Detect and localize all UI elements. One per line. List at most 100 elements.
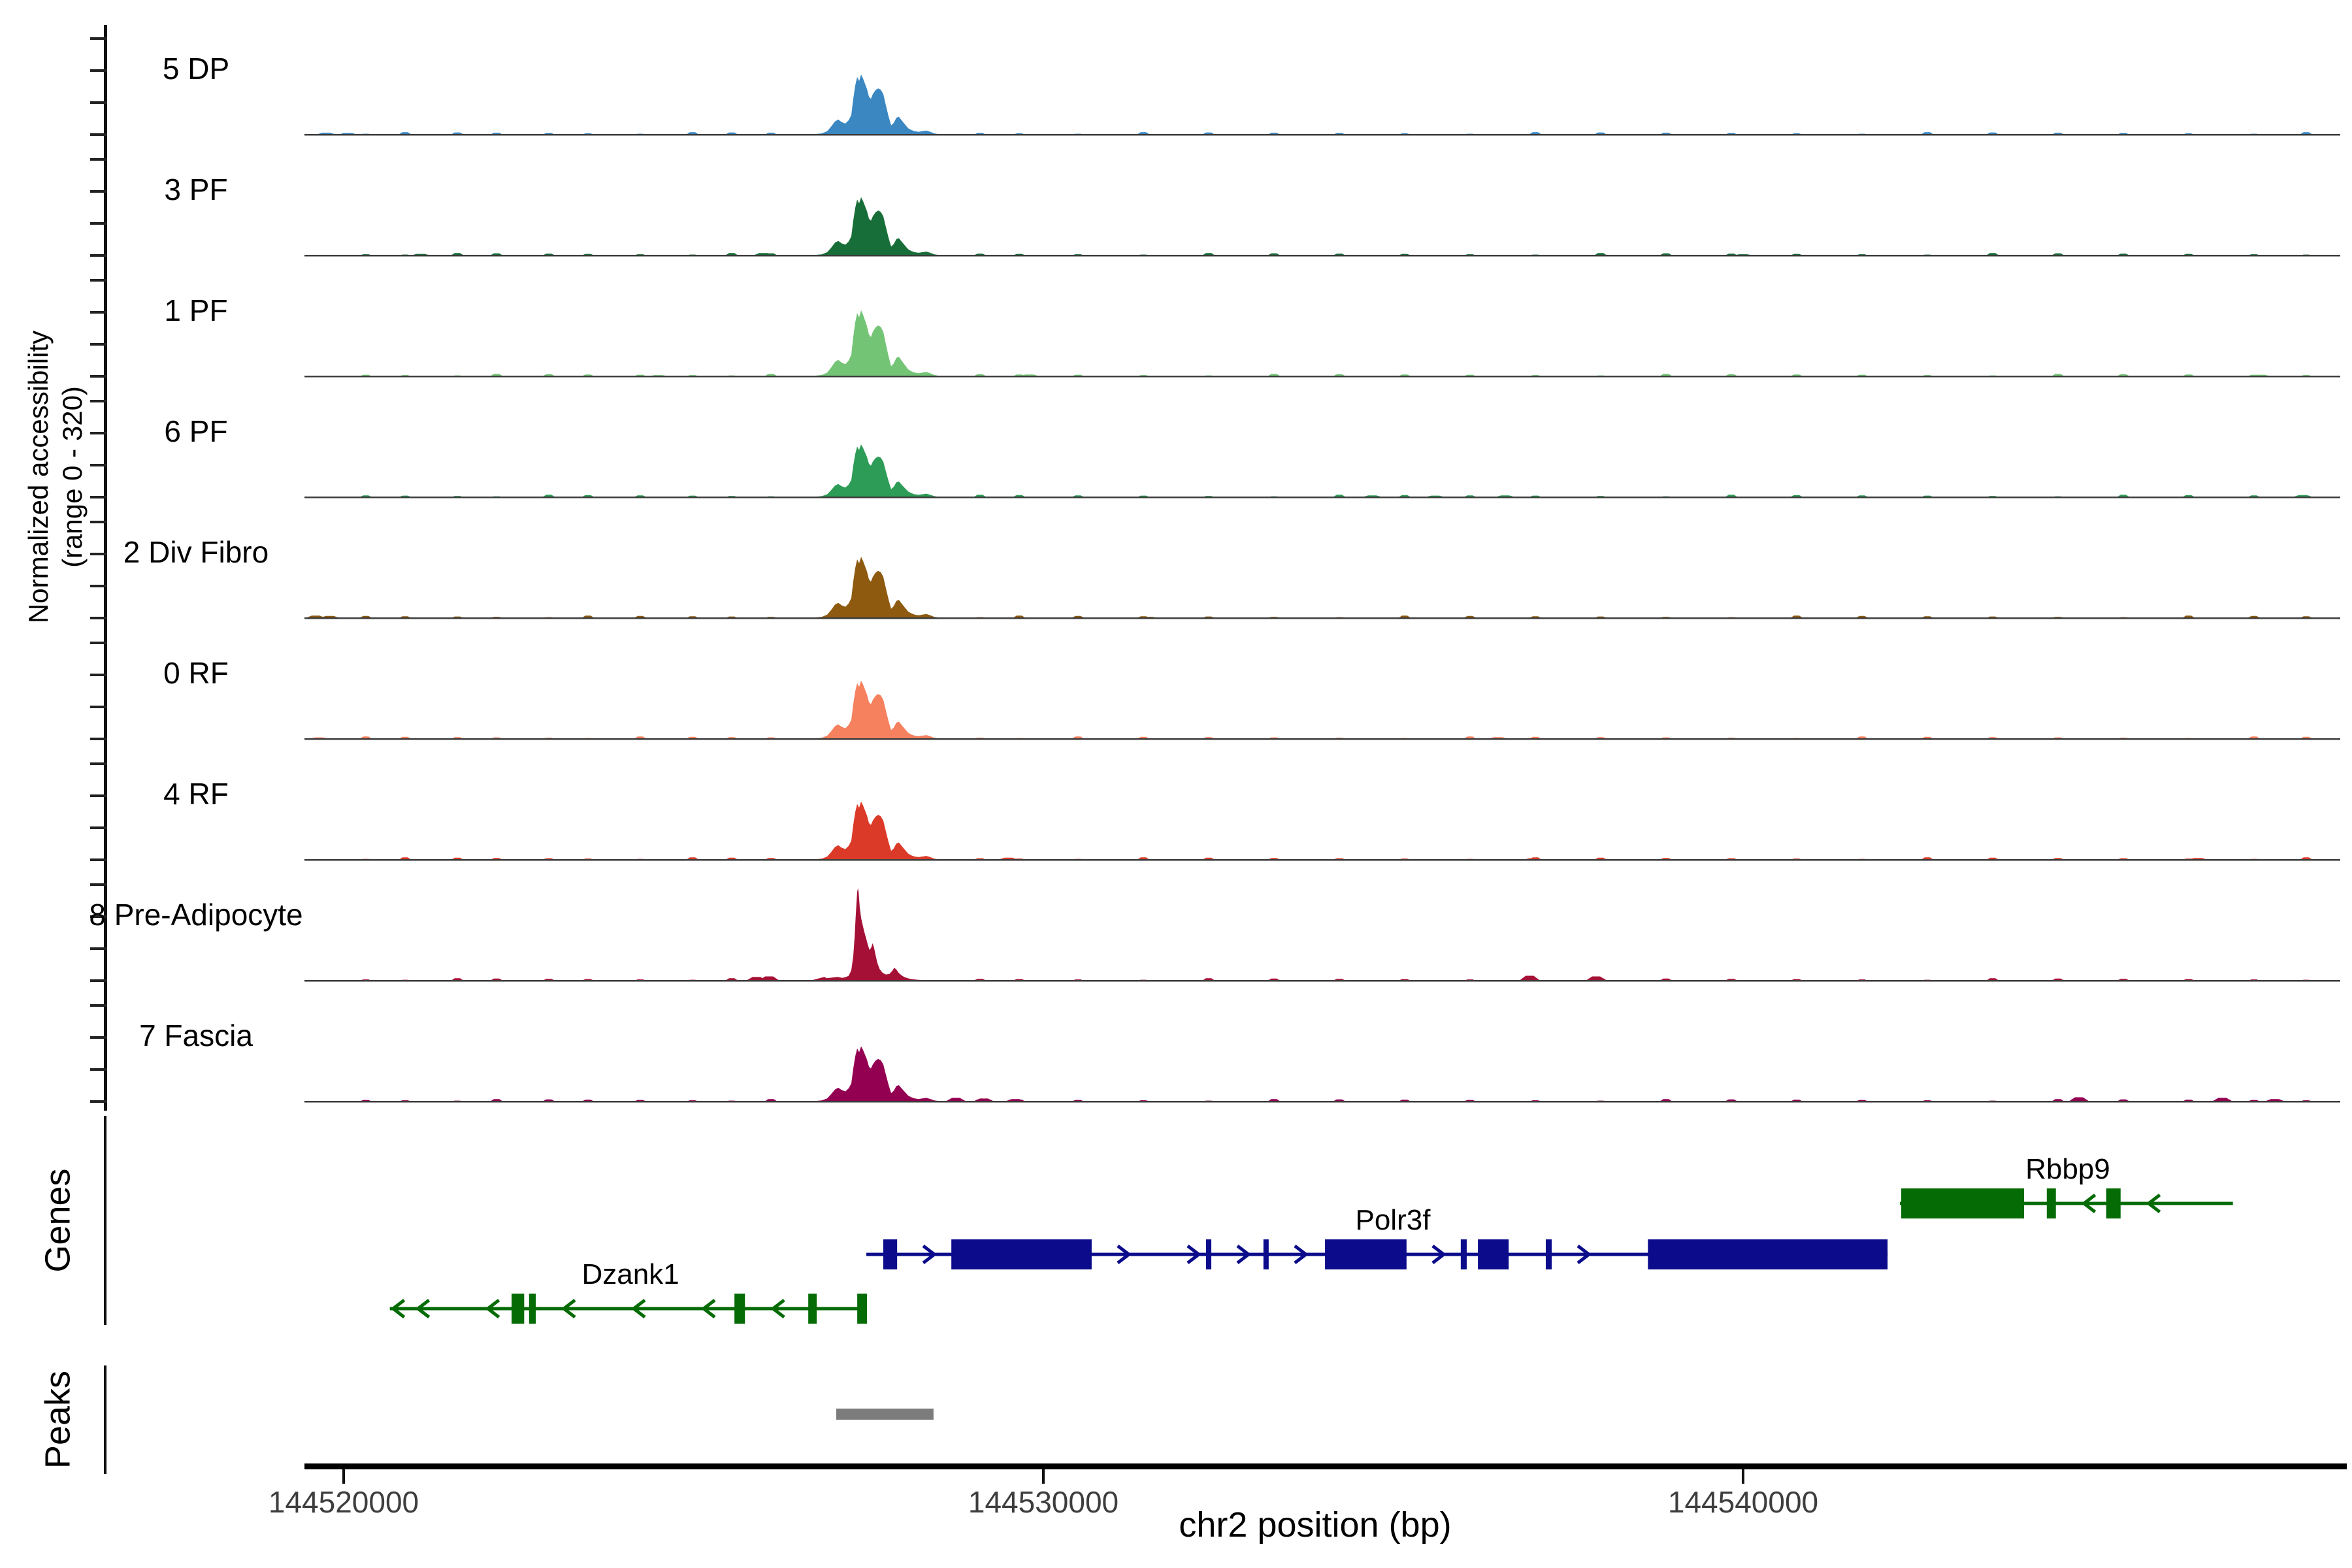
- x-axis-tick: [1742, 1469, 1744, 1484]
- x-axis-tick: [1042, 1469, 1045, 1484]
- track-label: 2 Div Fibro: [123, 535, 269, 569]
- x-axis-title: chr2 position (bp): [1179, 1505, 1451, 1544]
- y-axis-tick: [90, 432, 107, 434]
- accessibility-signal: [813, 802, 946, 860]
- y-axis-tick: [90, 617, 107, 619]
- track-baseline: [304, 255, 2340, 257]
- y-axis-tick: [90, 343, 107, 346]
- exon: [1461, 1239, 1467, 1269]
- x-axis-tick-label: 144520000: [269, 1485, 419, 1519]
- y-axis-tick: [90, 826, 107, 829]
- y-axis-tick: [90, 69, 107, 72]
- accessibility-signal: [813, 888, 934, 981]
- track-5-dp: 5 DP: [163, 52, 2340, 136]
- x-axis-tick-label: 144530000: [968, 1485, 1119, 1519]
- accessibility-signal: [813, 1047, 946, 1102]
- track-0-rf: 0 RF: [163, 656, 2340, 740]
- y-axis-tick: [90, 1100, 107, 1103]
- gene-label: Dzank1: [582, 1258, 679, 1290]
- y-axis-tick: [90, 521, 107, 523]
- y-axis-tick: [90, 1068, 107, 1071]
- exon: [857, 1294, 867, 1324]
- gene-body-line: [390, 1307, 865, 1311]
- gene-model-dzank1: Dzank1: [390, 1258, 867, 1324]
- peaks-panel-label: Peaks: [38, 1371, 77, 1469]
- accessibility-signal: [813, 681, 946, 739]
- gene-label: Rbbp9: [2025, 1153, 2110, 1185]
- x-axis-ticks: 144520000144530000144540000: [269, 1469, 1818, 1519]
- track-label: 8 Pre-Adipocyte: [89, 898, 302, 932]
- exon: [1901, 1188, 2024, 1218]
- track-label: 0 RF: [163, 656, 229, 690]
- exon: [2047, 1188, 2056, 1218]
- gene-label: Polr3f: [1355, 1204, 1431, 1236]
- y-axis-tick: [90, 254, 107, 257]
- y-axis-tick: [90, 400, 107, 402]
- y-axis-tick: [90, 553, 107, 555]
- y-axis-label-line2: (range 0 - 320): [57, 386, 88, 568]
- peak-bar: [836, 1409, 934, 1420]
- track-baseline: [304, 1101, 2340, 1103]
- y-axis-tick: [90, 738, 107, 740]
- genome-browser-plot: Normalized accessibility (range 0 - 320)…: [0, 0, 2352, 1568]
- y-axis-tick: [90, 762, 107, 765]
- track-baseline: [304, 134, 2340, 136]
- track-4-rf: 4 RF: [163, 777, 2340, 861]
- exon: [529, 1294, 536, 1324]
- accessibility-tracks: 5 DP 3 PF 1 PF 6 PF 2 Div Fibro 0 RF 4 RF 8 Pre…: [89, 52, 2340, 1103]
- track-label: 1 PF: [164, 293, 227, 327]
- exon: [1478, 1239, 1509, 1269]
- noise-bump: [1519, 976, 1540, 981]
- gene-models: Dzank1 Polr3f Rbbp9: [390, 1153, 2233, 1324]
- genome-browser-figure: Normalized accessibility (range 0 - 320)…: [0, 0, 2352, 1568]
- track-label: 3 PF: [164, 172, 227, 206]
- y-axis-tick: [90, 101, 107, 104]
- accessibility-signal: [813, 74, 946, 135]
- y-axis-tick: [90, 947, 107, 950]
- track-3-pf: 3 PF: [164, 172, 2340, 257]
- track-baseline: [304, 617, 2340, 619]
- track-1-pf: 1 PF: [164, 293, 2340, 378]
- y-axis-tick: [90, 190, 107, 193]
- track-label: 4 RF: [163, 777, 229, 811]
- genes-panel-bracket: [104, 1116, 106, 1325]
- accessibility-signal: [813, 444, 946, 497]
- exon: [1206, 1239, 1211, 1269]
- gene-model-polr3f: Polr3f: [866, 1204, 1887, 1269]
- track-label: 5 DP: [163, 52, 229, 86]
- y-axis-tick: [90, 133, 107, 136]
- y-axis-tick: [90, 585, 107, 587]
- accessibility-signal: [813, 197, 946, 255]
- track-6-pf: 6 PF: [164, 414, 2340, 498]
- x-axis-tick: [342, 1469, 345, 1484]
- track-label: 7 Fascia: [139, 1019, 253, 1053]
- exon: [883, 1239, 897, 1269]
- y-axis-tick: [90, 375, 107, 378]
- y-axis-label-line1: Normalized accessibility: [23, 331, 54, 623]
- y-axis-tick: [90, 496, 107, 498]
- exon: [808, 1294, 817, 1324]
- track-baseline: [304, 497, 2340, 498]
- x-axis-line: [304, 1463, 2347, 1469]
- exon: [1264, 1239, 1269, 1269]
- exon: [1325, 1239, 1407, 1269]
- exon: [734, 1294, 745, 1324]
- y-axis-tick: [90, 883, 107, 886]
- exon: [1648, 1239, 1887, 1269]
- genes-panel-label: Genes: [38, 1168, 77, 1272]
- y-axis-tick: [90, 674, 107, 676]
- y-axis-tick: [90, 311, 107, 314]
- track-2-div-fibro: 2 Div Fibro: [123, 535, 2340, 619]
- y-axis-tick: [90, 222, 107, 225]
- y-axis-tick: [90, 158, 107, 161]
- y-axis-tick: [90, 37, 107, 40]
- gene-model-rbbp9: Rbbp9: [1900, 1153, 2233, 1218]
- track-baseline: [304, 859, 2340, 861]
- track-baseline: [304, 376, 2340, 378]
- y-axis-tick: [90, 642, 107, 644]
- exon: [1546, 1239, 1552, 1269]
- exon: [951, 1239, 1092, 1269]
- peaks-panel-bracket: [104, 1365, 106, 1474]
- y-axis-tick: [90, 706, 107, 708]
- peak-calls: [836, 1409, 934, 1420]
